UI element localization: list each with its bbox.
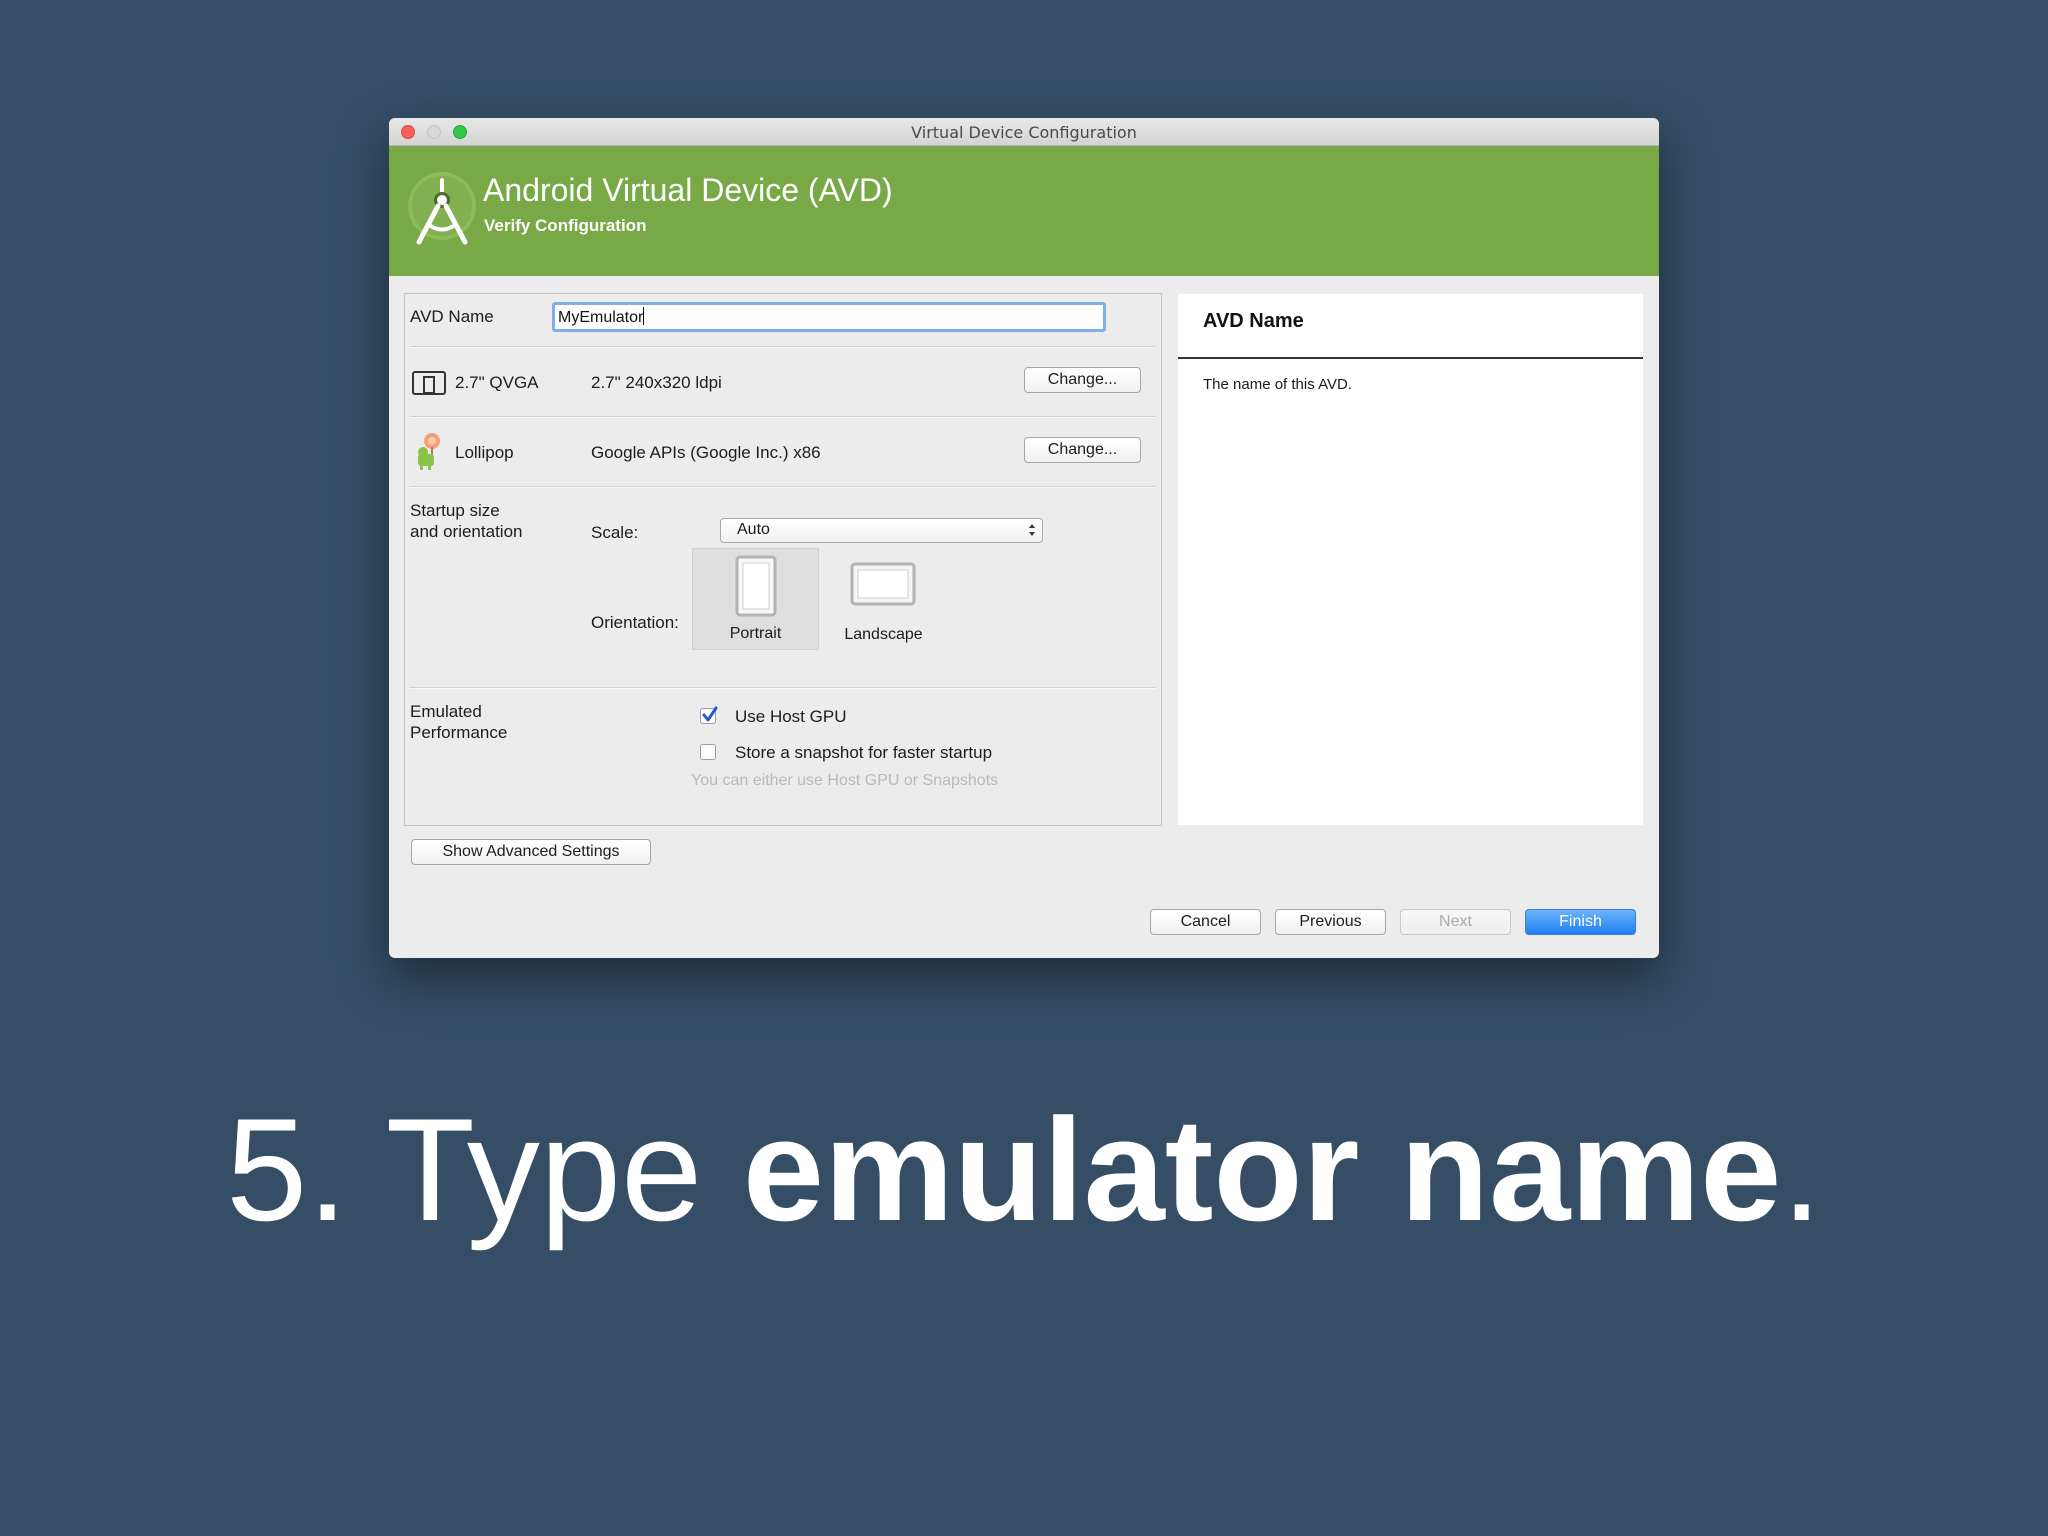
change-system-image-button[interactable]: Change... bbox=[1024, 437, 1141, 463]
performance-hint: You can either use Host GPU or Snapshots bbox=[691, 772, 999, 789]
orientation-label: Orientation: bbox=[591, 613, 679, 632]
android-studio-icon bbox=[408, 172, 476, 245]
row-divider bbox=[410, 416, 1156, 418]
caption-emphasis: emulator name bbox=[742, 1088, 1782, 1251]
checkmark-icon bbox=[702, 706, 718, 722]
row-divider bbox=[410, 346, 1156, 348]
help-title: AVD Name bbox=[1203, 310, 1304, 332]
banner-subtitle: Verify Configuration bbox=[484, 216, 647, 235]
change-device-button[interactable]: Change... bbox=[1024, 367, 1141, 393]
show-advanced-settings-button[interactable]: Show Advanced Settings bbox=[411, 839, 651, 865]
scale-label: Scale: bbox=[591, 523, 639, 542]
landscape-label: Landscape bbox=[844, 626, 923, 643]
avd-name-input[interactable]: MyEmulator bbox=[552, 302, 1106, 332]
text-caret bbox=[643, 307, 645, 325]
banner-title: Android Virtual Device (AVD) bbox=[483, 172, 893, 208]
caption-prefix: 5. Type bbox=[226, 1088, 743, 1251]
row-divider bbox=[410, 687, 1156, 689]
use-host-gpu-label: Use Host GPU bbox=[735, 707, 847, 726]
device-spec: 2.7" 240x320 ldpi bbox=[591, 373, 722, 392]
finish-button[interactable]: Finish bbox=[1525, 909, 1636, 935]
startup-section-label: Startup size and orientation bbox=[410, 501, 523, 541]
help-panel: AVD Name The name of this AVD. bbox=[1178, 294, 1643, 825]
select-arrows-icon bbox=[1029, 524, 1035, 536]
caption-suffix: . bbox=[1781, 1088, 1822, 1251]
performance-section-label: Emulated Performance bbox=[410, 702, 508, 742]
cancel-button[interactable]: Cancel bbox=[1150, 909, 1261, 935]
title-bar: Virtual Device Configuration bbox=[389, 118, 1659, 146]
use-host-gpu-checkbox[interactable] bbox=[700, 706, 718, 724]
window-title: Virtual Device Configuration bbox=[911, 123, 1137, 142]
wizard-banner: Android Virtual Device (AVD) Verify Conf… bbox=[389, 146, 1659, 276]
virtual-device-configuration-window: Virtual Device Configuration Android Vir… bbox=[389, 118, 1659, 958]
system-image-spec: Google APIs (Google Inc.) x86 bbox=[591, 443, 821, 462]
help-divider bbox=[1178, 357, 1643, 359]
avd-name-value: MyEmulator bbox=[558, 309, 644, 326]
portrait-icon bbox=[735, 555, 777, 617]
portrait-label: Portrait bbox=[729, 625, 782, 642]
lollipop-icon bbox=[418, 433, 440, 470]
snapshot-checkbox[interactable] bbox=[700, 744, 716, 760]
help-text: The name of this AVD. bbox=[1203, 376, 1352, 393]
avd-name-label: AVD Name bbox=[410, 307, 494, 326]
landscape-icon bbox=[850, 562, 916, 606]
device-name: 2.7" QVGA bbox=[455, 373, 539, 392]
landscape-option[interactable]: Landscape bbox=[820, 548, 947, 650]
configuration-form: AVD Name MyEmulator 2.7" QVGA 2.7" 240x3… bbox=[404, 293, 1162, 826]
phone-device-icon bbox=[412, 371, 446, 395]
slide-caption: 5. Type emulator name. bbox=[0, 1090, 2048, 1250]
next-button[interactable]: Next bbox=[1400, 909, 1511, 935]
scale-value: Auto bbox=[737, 521, 770, 538]
system-image-name: Lollipop bbox=[455, 443, 514, 462]
previous-button[interactable]: Previous bbox=[1275, 909, 1386, 935]
scale-select[interactable]: Auto bbox=[720, 518, 1043, 543]
snapshot-label: Store a snapshot for faster startup bbox=[735, 743, 993, 762]
row-divider bbox=[410, 486, 1156, 488]
portrait-option[interactable]: Portrait bbox=[692, 548, 819, 650]
